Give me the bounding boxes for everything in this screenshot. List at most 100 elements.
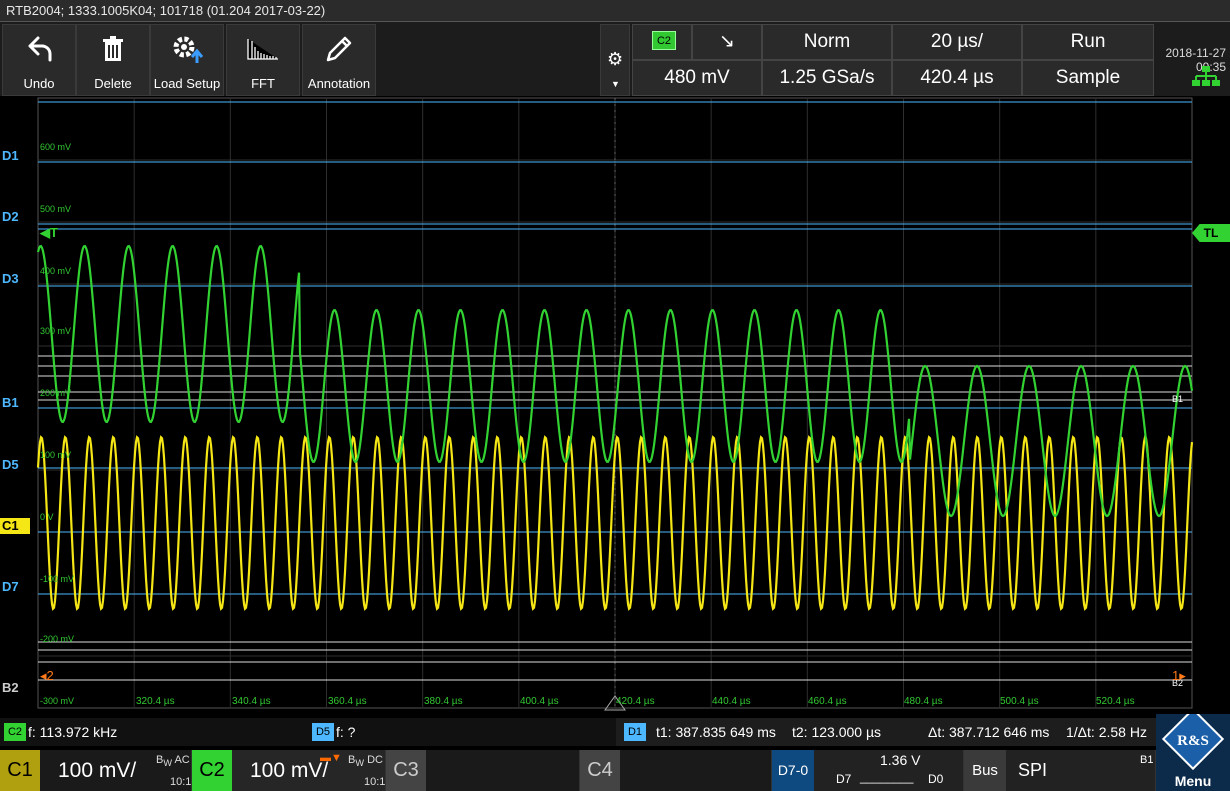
chevron-down-icon: ▼	[611, 79, 620, 89]
svg-text:R&S: R&S	[1177, 733, 1209, 749]
cursor-2-marker[interactable]: ◂2	[40, 668, 54, 684]
delete-label: Delete	[94, 76, 132, 91]
channel-logic[interactable]: D7-0 1.36 V D7 ________ D0	[772, 750, 964, 791]
waveform-display[interactable]: D1 D2 D3 B1 D5 C1 D7 B2 600 mV 500 mV 40…	[0, 96, 1230, 712]
tag-c1[interactable]: C1	[0, 518, 30, 534]
tag-d2[interactable]: D2	[0, 209, 36, 225]
x-label: 340.4 µs	[232, 696, 271, 707]
x-label: 400.4 µs	[520, 696, 559, 707]
x-label: 440.4 µs	[712, 696, 751, 707]
channel-c2-probe: 10:1	[364, 776, 386, 788]
x-label: 460.4 µs	[808, 696, 847, 707]
cursor-delta-t: Δt: 387.712 646 ms	[928, 724, 1050, 740]
c2-badge: C2	[4, 723, 26, 741]
d1-badge: D1	[624, 723, 646, 741]
bus-name: Bus	[964, 750, 1006, 791]
x-label: 360.4 µs	[328, 696, 367, 707]
cursor-1-marker[interactable]: 1▸	[1172, 668, 1186, 684]
trigger-source-indicator-icon: ▬▼	[320, 752, 342, 764]
load-setup-button[interactable]: Load Setup	[150, 24, 224, 96]
tag-b1[interactable]: B1	[0, 395, 36, 411]
cursor-inverse-delta-t: 1/Δt: 2.58 Hz	[1066, 724, 1147, 740]
y-label: -200 mV	[40, 634, 75, 644]
channel-bar: C1 100 mV/ BW AC 10:1 C2 100 mV/ ▬▼ BW D…	[0, 750, 1230, 791]
tag-d1[interactable]: D1	[0, 148, 36, 164]
x-label: 420.4 µs	[616, 696, 655, 707]
channel-c1-scale: 100 mV/	[58, 759, 137, 782]
menu-label: Menu	[1174, 773, 1212, 789]
fft-label: FFT	[251, 76, 275, 91]
channel-c2-coupling: BW DC	[348, 754, 383, 769]
timebase-scale[interactable]: 20 µs/	[892, 24, 1022, 60]
channel-c1-name: C1	[0, 750, 40, 791]
y-label: 400 mV	[40, 266, 72, 276]
tag-d5[interactable]: D5	[0, 457, 36, 473]
gear-icon: ⚙	[607, 49, 624, 69]
toolbar: Undo Delete Load Setup FFT Annotation ⚙ …	[0, 22, 1230, 96]
tag-d7[interactable]: D7	[0, 579, 36, 595]
acquisition-state[interactable]: Run	[1022, 24, 1154, 60]
fft-button[interactable]: FFT	[226, 24, 300, 96]
channel-c2-scale: 100 mV/	[250, 759, 329, 782]
channel-c4-name: C4	[580, 750, 620, 791]
date: 2018-11-27	[1165, 46, 1227, 60]
settings-side-button[interactable]: ⚙ ▼	[600, 24, 630, 96]
y-label: 0 V	[40, 512, 54, 522]
delete-button[interactable]: Delete	[76, 24, 150, 96]
cursor-readout[interactable]: D1 t1: 387.835 649 ms t2: 123.000 µs Δt:…	[616, 718, 1156, 746]
window-title: RTB2004; 1333.1005K04; 101718 (01.204 20…	[0, 0, 1230, 22]
rohde-schwarz-logo-icon: R&S	[1161, 707, 1225, 771]
menu-button[interactable]: R&S Menu	[1156, 707, 1230, 791]
trigger-time-marker[interactable]: ◀T	[40, 225, 58, 241]
x-label: 500.4 µs	[1000, 696, 1039, 707]
channel-c1[interactable]: C1 100 mV/ BW AC 10:1	[0, 750, 192, 791]
acquisition-mode[interactable]: Sample	[1022, 60, 1154, 96]
channel-c3-name: C3	[386, 750, 426, 791]
waveform-canvas	[36, 97, 1194, 711]
tag-b2[interactable]: B2	[0, 680, 36, 696]
logic-pattern: ________	[860, 770, 914, 784]
channel-c4[interactable]: C4	[580, 750, 772, 791]
trigger-source-badge: C2	[652, 31, 676, 50]
y-label: 300 mV	[40, 326, 72, 336]
sample-rate: 1.25 GSa/s	[762, 60, 892, 96]
logic-threshold: 1.36 V	[880, 752, 921, 768]
undo-icon	[3, 31, 75, 67]
bus-marker-b1: B1	[1172, 394, 1184, 404]
channel-c2-name: C2	[192, 750, 232, 791]
d5-frequency[interactable]: f: ?	[336, 718, 355, 746]
cursor-t1: t1: 387.835 649 ms	[656, 724, 776, 740]
annotation-button[interactable]: Annotation	[302, 24, 376, 96]
logic-msb: D7	[836, 772, 852, 786]
trash-icon	[77, 31, 149, 67]
undo-label: Undo	[23, 76, 55, 91]
annotation-label: Annotation	[307, 76, 371, 91]
tag-d3[interactable]: D3	[0, 271, 36, 287]
x-label: 520.4 µs	[1096, 696, 1135, 707]
x-label: 380.4 µs	[424, 696, 463, 707]
d5-badge: D5	[312, 723, 334, 741]
channel-c2[interactable]: C2 100 mV/ ▬▼ BW DC 10:1	[192, 750, 386, 791]
network-icon	[1192, 66, 1220, 91]
logic-name: D7-0	[772, 750, 814, 791]
bus-protocol: SPI	[1018, 760, 1048, 780]
y-label: -100 mV	[40, 574, 75, 584]
c2-frequency[interactable]: f: 113.972 kHz	[28, 718, 117, 746]
trigger-mode[interactable]: Norm	[762, 24, 892, 60]
channel-bus[interactable]: Bus SPI B1	[964, 750, 1156, 791]
trigger-level-marker[interactable]: TL	[1192, 224, 1230, 242]
time-position[interactable]: 420.4 µs	[892, 60, 1022, 96]
y-label: 100 mV	[40, 450, 72, 460]
bus-id: B1	[1140, 754, 1154, 766]
trigger-slope[interactable]: ↘	[692, 24, 762, 60]
x-label: 320.4 µs	[136, 696, 175, 707]
undo-button[interactable]: Undo	[2, 24, 76, 96]
y-label: 600 mV	[40, 142, 72, 152]
channel-c1-probe: 10:1	[170, 776, 192, 788]
pencil-icon	[303, 31, 375, 67]
y-label: 500 mV	[40, 204, 72, 214]
load-setup-label: Load Setup	[153, 76, 221, 91]
trigger-level[interactable]: 480 mV	[632, 60, 762, 96]
x-label: 480.4 µs	[904, 696, 943, 707]
channel-c3[interactable]: C3	[386, 750, 580, 791]
